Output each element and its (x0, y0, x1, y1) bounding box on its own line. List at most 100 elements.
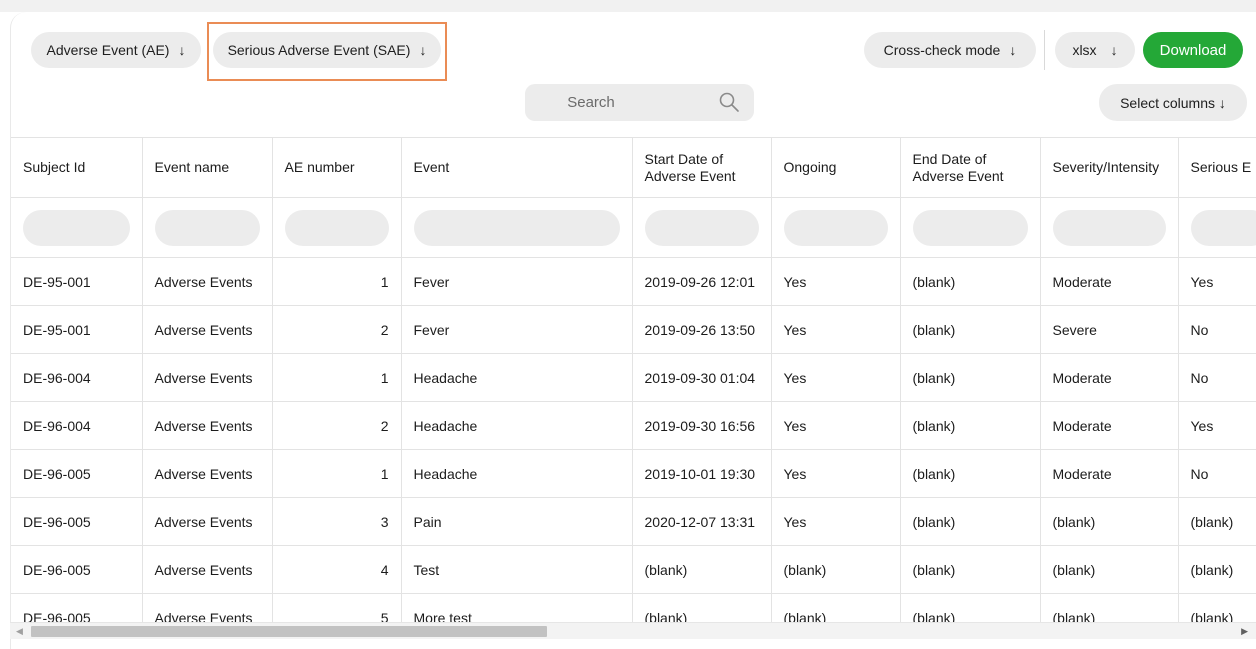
table-cell: (blank) (632, 593, 772, 623)
column-header[interactable]: AE number (272, 137, 402, 198)
column-filter-input[interactable] (154, 209, 260, 246)
arrow-down-icon: ↓ (1009, 42, 1017, 58)
table-cell: (blank) (900, 593, 1041, 623)
table-cell: (blank) (1178, 593, 1256, 623)
column-header[interactable]: End Date of Adverse Event (900, 137, 1041, 198)
table-cell: 2019-09-26 12:01 (632, 257, 772, 306)
table-row[interactable]: DE-95-001 Adverse Events 2 Fever 2019-09-26 … (11, 305, 1256, 354)
data-table-container: Subject Id Event name AE number Event St… (11, 137, 1256, 623)
table-cell: 2019-09-30 01:04 (632, 353, 772, 402)
table-cell: Headache (401, 401, 633, 450)
table-cell: DE-96-005 (11, 545, 143, 594)
table-row[interactable]: DE-96-004 Adverse Events 2 Headache 2019-09-… (11, 401, 1256, 450)
cross-check-mode-label: Cross-check mode (883, 42, 1001, 58)
table-cell: DE-96-005 (11, 593, 143, 623)
table-cell: (blank) (1178, 497, 1256, 546)
table-cell: (blank) (900, 449, 1041, 498)
table-cell: 1 (272, 353, 402, 402)
column-filter-input[interactable] (644, 209, 759, 246)
table-cell: DE-95-001 (11, 257, 143, 306)
table-cell: (blank) (900, 353, 1041, 402)
table-cell: 2 (272, 401, 402, 450)
table-cell: 2019-09-30 16:56 (632, 401, 772, 450)
table-cell: Test (401, 545, 633, 594)
search-icon[interactable] (718, 91, 740, 113)
horizontal-scrollbar-thumb[interactable] (31, 626, 547, 637)
select-columns-label: Select columns ↓ (1120, 94, 1226, 111)
filter-row (11, 197, 1256, 258)
table-cell: Moderate (1040, 401, 1179, 450)
arrow-down-icon: ↓ (1110, 42, 1118, 58)
column-header[interactable]: Event (401, 137, 633, 198)
window-top-edge (0, 0, 1256, 12)
table-cell: 3 (272, 497, 402, 546)
table-row[interactable]: DE-96-004 Adverse Events 1 Headache 2019-09-… (11, 353, 1256, 402)
column-header[interactable]: Severity/Intensity (1040, 137, 1179, 198)
table-cell: More test (401, 593, 633, 623)
table-cell: Adverse Events (142, 545, 273, 594)
column-filter-input[interactable] (912, 209, 1028, 246)
table-cell: DE-95-001 (11, 305, 143, 354)
format-label: xlsx (1072, 42, 1097, 58)
column-filter-input[interactable] (783, 209, 888, 246)
table-cell: DE-96-005 (11, 449, 143, 498)
table-cell: (blank) (900, 305, 1041, 354)
column-header[interactable]: Start Date of Adverse Event (632, 137, 772, 198)
table-row[interactable]: DE-96-005 Adverse Events 5 More test (blank)… (11, 593, 1256, 623)
download-button[interactable]: Download (1143, 32, 1243, 68)
horizontal-scrollbar[interactable]: ◀ ▶ (10, 622, 1256, 639)
table-cell: (blank) (632, 545, 772, 594)
table-cell: (blank) (1040, 593, 1179, 623)
column-header[interactable]: Subject Id (11, 137, 143, 198)
table-cell: No (1178, 353, 1256, 402)
tab-adverse-event[interactable]: Adverse Event (AE) ↓ (31, 32, 201, 68)
table-cell: Yes (771, 449, 901, 498)
table-cell: Yes (771, 353, 901, 402)
table-header-row: Subject Id Event name AE number Event St… (11, 137, 1256, 198)
column-header[interactable]: Ongoing (771, 137, 901, 198)
table-cell: (blank) (900, 257, 1041, 306)
scroll-left-icon[interactable]: ◀ (16, 626, 23, 637)
select-columns-button[interactable]: Select columns ↓ (1099, 84, 1247, 121)
column-filter-input[interactable] (23, 209, 130, 246)
table-cell: Fever (401, 257, 633, 306)
search-placeholder: Search (567, 94, 615, 111)
table-cell: 2 (272, 305, 402, 354)
format-dropdown[interactable]: xlsx ↓ (1055, 32, 1135, 68)
column-filter-input[interactable] (1190, 209, 1256, 246)
column-filter-input[interactable] (413, 209, 620, 246)
selection-highlight (207, 22, 447, 81)
table-row[interactable]: DE-95-001 Adverse Events 1 Fever 2019-09-26 … (11, 257, 1256, 306)
table-row[interactable]: DE-96-005 Adverse Events 3 Pain 2020-12-07 1… (11, 497, 1256, 546)
table-cell: Yes (771, 497, 901, 546)
scroll-right-icon[interactable]: ▶ (1241, 626, 1248, 637)
table-cell: 1 (272, 449, 402, 498)
table-cell: (blank) (900, 545, 1041, 594)
table-cell: (blank) (1178, 545, 1256, 594)
column-header[interactable]: Serious E (1178, 137, 1256, 198)
table-cell: Yes (771, 257, 901, 306)
table-cell: (blank) (1040, 497, 1179, 546)
table-cell: (blank) (900, 497, 1041, 546)
table-cell: DE-96-004 (11, 353, 143, 402)
table-cell: Fever (401, 305, 633, 354)
table-cell: 2019-10-01 19:30 (632, 449, 772, 498)
table-cell: 2019-09-26 13:50 (632, 305, 772, 354)
table-row[interactable]: DE-96-005 Adverse Events 1 Headache 2019-10-… (11, 449, 1256, 498)
table-cell: 5 (272, 593, 402, 623)
column-filter-input[interactable] (284, 209, 389, 246)
cross-check-mode-dropdown[interactable]: Cross-check mode ↓ (864, 32, 1036, 68)
table-cell: Adverse Events (142, 353, 273, 402)
table-row[interactable]: DE-96-005 Adverse Events 4 Test (blank) (blan… (11, 545, 1256, 594)
column-filter-input[interactable] (1052, 209, 1166, 246)
data-panel: Adverse Event (AE) ↓ Serious Adverse Eve… (10, 12, 1256, 649)
column-header[interactable]: Event name (142, 137, 273, 198)
table-cell: Severe (1040, 305, 1179, 354)
table-cell: (blank) (771, 545, 901, 594)
table-cell: 2020-12-07 13:31 (632, 497, 772, 546)
table-cell: Headache (401, 449, 633, 498)
search-input[interactable]: Search (525, 84, 754, 121)
table-cell: Adverse Events (142, 401, 273, 450)
table-cell: Moderate (1040, 449, 1179, 498)
table-cell: (blank) (1040, 545, 1179, 594)
